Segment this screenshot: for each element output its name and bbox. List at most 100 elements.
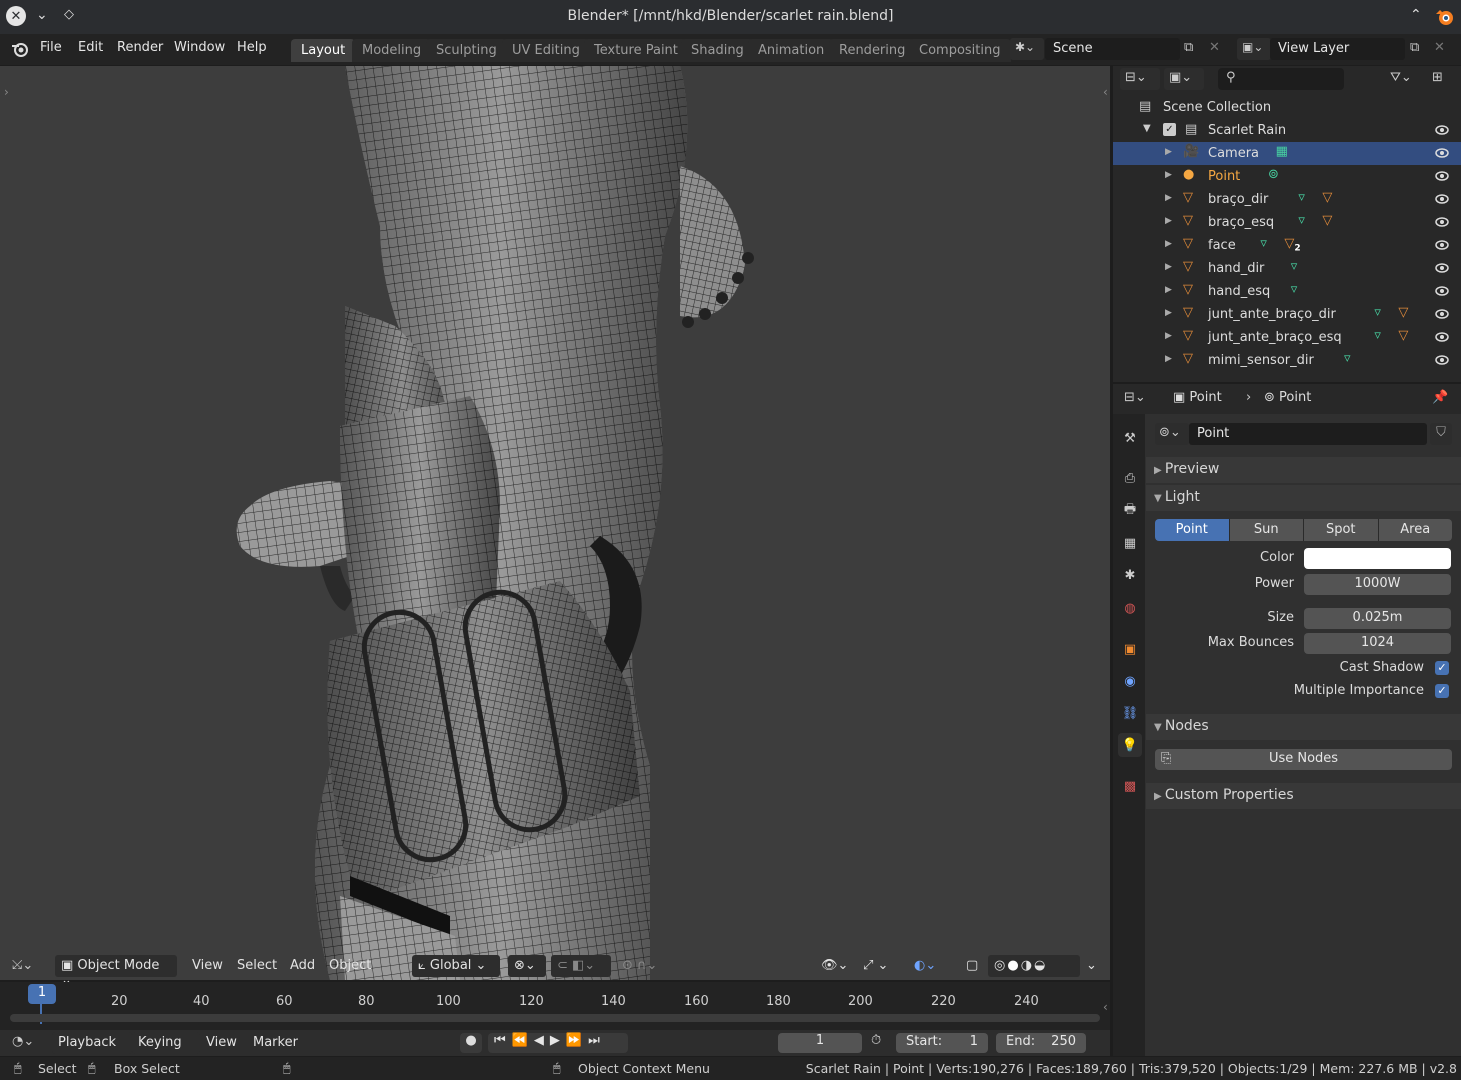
blender-menu-icon[interactable] (10, 39, 30, 59)
eye-icon[interactable] (1435, 353, 1449, 367)
keying-dropdown[interactable]: Keying ⌄ (132, 1032, 200, 1065)
menu-edit[interactable]: Edit (78, 40, 103, 55)
new-collection-icon[interactable]: ⊞ (1432, 70, 1443, 85)
transform-orientation-dropdown[interactable]: ⟀ Global ⌄ (412, 955, 500, 977)
expand-arrow-icon[interactable]: ▶ (1165, 331, 1172, 341)
render-tab-icon[interactable]: ⎙ (1118, 466, 1142, 490)
light-browse-icon[interactable]: ⊚⌄ (1155, 423, 1189, 445)
eye-icon[interactable] (1435, 146, 1449, 160)
view-layer-tab-icon[interactable]: ▦ (1118, 531, 1142, 555)
panel-nodes[interactable]: ▼ Nodes (1146, 714, 1461, 740)
outliner-item-mesh[interactable]: ▶ ▽ mimi_sensor_dir ▿ (1113, 349, 1461, 372)
timeline-menu-marker[interactable]: Marker (247, 1032, 304, 1054)
expand-arrow-icon[interactable]: ▶ (1165, 354, 1172, 364)
overlays-icon[interactable]: ◐⌄ (908, 955, 942, 977)
expand-arrow-icon[interactable]: ▶ (1165, 170, 1172, 180)
3d-viewport[interactable] (0, 66, 1110, 980)
object-mode-dropdown[interactable]: ▣ Object Mode ⌄ (55, 955, 177, 988)
stopwatch-icon[interactable]: ⏱ (871, 1033, 881, 1048)
tab-rendering[interactable]: Rendering (829, 39, 916, 62)
eye-icon[interactable] (1435, 238, 1449, 252)
properties-editor-type-icon[interactable]: ⊟⌄ (1124, 390, 1146, 405)
material-icon[interactable]: ▽ (1398, 328, 1408, 343)
eye-icon[interactable] (1435, 330, 1449, 344)
texture-tab-icon[interactable]: ▩ (1118, 774, 1142, 798)
expand-arrow-icon[interactable]: ▶ (1165, 193, 1172, 203)
outliner-item-mesh[interactable]: ▶ ▽ braço_esq ▿ ▽ (1113, 211, 1461, 234)
outliner-item-mesh[interactable]: ▶ ▽ junt_ante_braço_esq ▿ ▽ (1113, 326, 1461, 349)
material-icon[interactable]: ▽ (1322, 190, 1332, 205)
record-icon[interactable]: ● (460, 1033, 482, 1053)
start-frame-field[interactable]: Start: 1 (896, 1033, 988, 1053)
outliner-search-input[interactable]: ⚲ (1218, 68, 1344, 90)
output-tab-icon[interactable]: 🖶 (1118, 499, 1142, 523)
material-icon[interactable]: ▽ (1322, 213, 1332, 228)
expand-arrow-icon[interactable]: ▼ (1143, 123, 1151, 134)
expand-arrow-icon[interactable]: ▶ (1165, 285, 1172, 295)
playback-controls[interactable]: ⏮⏪◀▶⏩⏭ (488, 1033, 628, 1053)
panel-light[interactable]: ▼ Light (1146, 485, 1461, 511)
eye-icon[interactable] (1435, 307, 1449, 321)
outliner-item-mesh[interactable]: ▶ ▽ hand_esq ▿ (1113, 280, 1461, 303)
use-nodes-button[interactable]: ⎘ Use Nodes (1155, 749, 1452, 770)
scene-browse-icon[interactable]: ✱⌄ (1010, 38, 1044, 60)
panel-preview[interactable]: ▶ Preview (1146, 457, 1461, 483)
outliner-filter-scene-icon[interactable]: ▣⌄ (1164, 68, 1204, 90)
expand-arrow-icon[interactable]: ▶ (1165, 308, 1172, 318)
expand-arrow-icon[interactable]: ▶ (1165, 262, 1172, 272)
tab-animation[interactable]: Animation (748, 39, 835, 62)
mesh-data-icon[interactable]: ▿ (1291, 259, 1298, 274)
snap-icon[interactable]: ⊂ ◧⌄ (551, 955, 611, 977)
tab-layout[interactable]: Layout (291, 39, 356, 62)
scene-tab-icon[interactable]: ✱ (1118, 563, 1142, 587)
delete-view-layer-icon[interactable]: ✕ (1434, 40, 1445, 55)
viewport-menu-object[interactable]: Object (323, 955, 377, 977)
new-view-layer-icon[interactable]: ⧉ (1410, 40, 1419, 55)
light-type-sun[interactable]: Sun (1229, 519, 1304, 541)
mesh-data-icon[interactable]: ▿ (1291, 282, 1298, 297)
light-datablock-field[interactable]: Point (1189, 423, 1427, 445)
tool-tab-icon[interactable]: ⚒ (1118, 426, 1142, 450)
outliner-scene-collection[interactable]: ▤ Scene Collection (1113, 96, 1461, 119)
collapse-arrow-icon[interactable]: ‹ (1103, 85, 1108, 99)
gizmo-icon[interactable]: ⤢ ⌄ (857, 955, 894, 977)
editor-type-icon[interactable]: ⤩⌄ (12, 955, 46, 977)
tab-compositing[interactable]: Compositing (909, 39, 1011, 62)
timeline-scrollbar[interactable] (10, 1014, 1100, 1022)
expand-arrow-icon[interactable]: ▶ (1165, 147, 1172, 157)
expand-arrow-icon[interactable]: ▶ (1165, 216, 1172, 226)
mesh-data-icon[interactable]: ▿ (1344, 351, 1351, 366)
tab-shading[interactable]: Shading (681, 39, 754, 62)
eye-icon[interactable] (1435, 284, 1449, 298)
view-layer-browse-icon[interactable]: ▣⌄ (1237, 38, 1271, 60)
fake-user-shield-icon[interactable]: ⛉ (1430, 423, 1452, 445)
delete-scene-icon[interactable]: ✕ (1209, 40, 1220, 55)
mesh-data-icon[interactable]: ▿ (1298, 190, 1305, 205)
cast-shadow-checkbox[interactable]: ✓ (1435, 661, 1449, 675)
tab-uv-editing[interactable]: UV Editing (502, 39, 590, 62)
camera-data-icon[interactable]: ▦ (1276, 144, 1288, 159)
tab-sculpting[interactable]: Sculpting (426, 39, 507, 62)
current-frame-field[interactable]: 1 (778, 1033, 862, 1053)
expand-arrow-icon[interactable]: ▶ (1165, 239, 1172, 249)
multiple-importance-checkbox[interactable]: ✓ (1435, 684, 1449, 698)
menu-help[interactable]: Help (237, 40, 267, 55)
current-frame-indicator[interactable]: 1 (28, 984, 56, 1004)
mesh-data-icon[interactable]: ▿ (1260, 236, 1267, 251)
material-icon[interactable]: ▽2 (1284, 236, 1300, 254)
end-frame-field[interactable]: End: 250 (996, 1033, 1086, 1053)
material-icon[interactable]: ▽ (1398, 305, 1408, 320)
shading-mode-icons[interactable]: ◎●◑◒ (988, 955, 1080, 977)
timeline-menu-view[interactable]: View (200, 1032, 243, 1054)
eye-icon[interactable] (1435, 123, 1449, 137)
playback-dropdown[interactable]: Playback ⌄ (52, 1032, 132, 1065)
viewport-menu-add[interactable]: Add (284, 955, 321, 977)
mesh-data-icon[interactable]: ▿ (1374, 328, 1381, 343)
menu-render[interactable]: Render (117, 40, 163, 55)
tab-modeling[interactable]: Modeling (352, 39, 432, 62)
shading-options-icon[interactable]: ⌄ (1080, 955, 1103, 977)
size-field[interactable]: 0.025m (1304, 608, 1451, 629)
visibility-icon[interactable]: 👁⌄ (815, 955, 854, 977)
light-data-tab-icon[interactable]: 💡 (1118, 733, 1142, 757)
eye-icon[interactable] (1435, 261, 1449, 275)
